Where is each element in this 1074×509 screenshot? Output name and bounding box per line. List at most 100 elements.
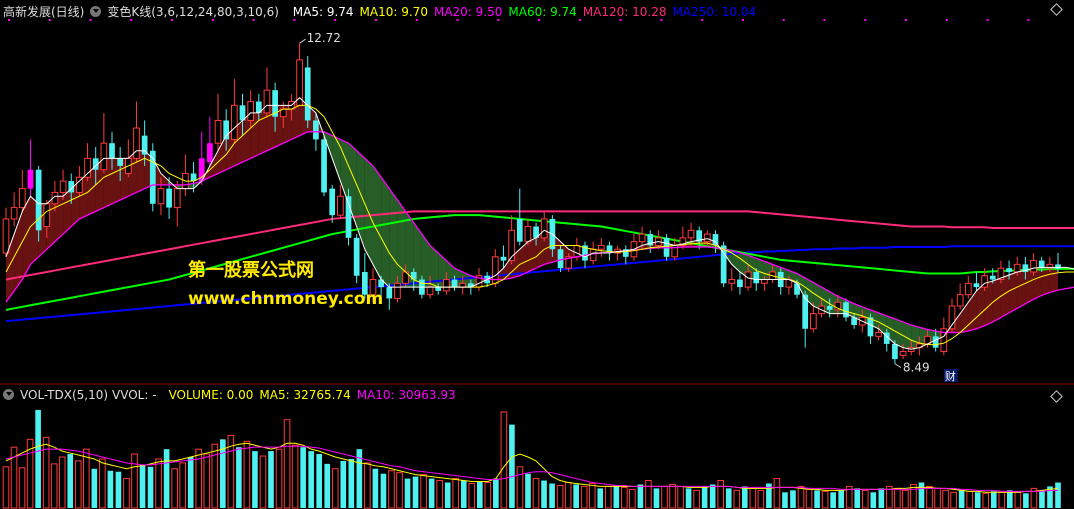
volume-bar	[18, 467, 26, 509]
volume-bar	[275, 448, 283, 509]
volume-bar	[621, 486, 628, 509]
volume-value: VOLUME: 0.00	[168, 388, 254, 402]
volume-bar	[1055, 482, 1061, 508]
ma5-line	[5, 97, 1074, 350]
candle-body	[313, 120, 319, 140]
indicator-name[interactable]: 变色K线(3,6,12,24,80,3,10,6)	[107, 5, 279, 19]
volume-bar	[283, 419, 291, 509]
volume-bar	[123, 478, 130, 509]
candle-body	[117, 158, 124, 166]
ma-band-segment	[364, 158, 373, 265]
volume-bar	[99, 458, 106, 509]
candle-body	[687, 229, 695, 239]
candle-body	[964, 282, 972, 296]
ma-band-segment	[992, 278, 1001, 322]
finance-badge[interactable]: 财	[945, 369, 956, 383]
volume-bar	[838, 490, 844, 508]
volume-bar	[236, 447, 242, 508]
vvol-label: VVOL: -	[112, 388, 157, 402]
volume-ma10: MA10: 30963.93	[356, 388, 456, 402]
volume-bar	[468, 482, 476, 509]
candle-body	[329, 188, 336, 216]
candle-body	[720, 245, 727, 284]
top-marker-dot	[1027, 19, 1030, 21]
candle-body	[1006, 268, 1012, 272]
volume-indicator-name[interactable]: VOL-TDX(5,10)	[20, 388, 108, 402]
ma-band-segment	[421, 234, 431, 288]
candle-body	[141, 135, 148, 155]
volume-bar	[444, 482, 451, 508]
volume-bar	[637, 484, 644, 508]
watermark-url: www.chnmoney.com	[188, 289, 384, 309]
volume-bar	[814, 490, 820, 508]
candle-body	[10, 207, 18, 220]
volume-bar	[35, 409, 41, 508]
top-marker-dot	[986, 19, 989, 21]
candle-body	[867, 317, 874, 337]
ma-legend-item-2: MA20: 9.50	[433, 5, 503, 19]
volume-bar	[436, 480, 443, 509]
volume-bar	[709, 484, 716, 508]
volume-bar	[677, 485, 684, 509]
volume-bar	[484, 481, 492, 509]
volume-bar	[573, 484, 579, 508]
low-pointer	[894, 363, 902, 369]
candle-body	[761, 279, 768, 284]
volume-bar	[300, 447, 306, 508]
volume-bar	[509, 424, 515, 508]
candle-body	[207, 143, 213, 163]
candle-body	[737, 279, 743, 288]
volume-bar	[990, 491, 997, 508]
volume-bar	[757, 489, 765, 509]
candle-body	[100, 142, 108, 171]
candle-body	[18, 188, 26, 209]
volume-bar	[107, 470, 114, 508]
volume-header: VOL-TDX(5,10) VVOL: - VOLUME: 0.00 MA5: 327…	[0, 386, 462, 404]
volume-bar	[805, 487, 813, 509]
volume-bar	[1023, 493, 1029, 508]
candle-body	[2, 218, 10, 254]
volume-bar	[67, 454, 74, 508]
candle-body	[500, 256, 507, 261]
volume-bar	[870, 492, 877, 508]
candle-body	[753, 271, 760, 284]
ma-band-segment	[519, 241, 528, 276]
candle-body	[443, 279, 450, 292]
volume-bar	[773, 478, 781, 509]
ma-legend-item-0: MA5: 9.74	[292, 5, 354, 19]
candle-body	[843, 302, 849, 318]
volume-bar	[1039, 490, 1045, 508]
ma10-line	[5, 104, 1074, 346]
candle-body	[589, 248, 597, 262]
low-label: 8.49	[903, 361, 930, 375]
ma-band-segment	[372, 165, 382, 280]
ma-band-segment	[389, 188, 398, 288]
volume-bar	[187, 456, 194, 508]
candle-body	[932, 336, 939, 348]
indicator-dropdown-icon[interactable]	[90, 6, 102, 17]
high-label: 12.72	[307, 31, 341, 45]
candle-body	[378, 279, 384, 288]
volume-dropdown-icon[interactable]	[3, 389, 14, 400]
volume-bar	[854, 488, 861, 508]
volume-bar	[163, 449, 170, 508]
volume-bar	[139, 464, 146, 508]
price-header: 高新发展(日线) 变色K线(3,6,12,24,80,3,10,6) MA5: 9…	[0, 3, 768, 21]
candle-body	[435, 287, 442, 291]
volume-bar	[316, 454, 323, 508]
volume-bar	[629, 488, 636, 509]
candle-body	[263, 89, 271, 114]
volume-bar	[580, 485, 588, 509]
candle-body	[728, 279, 736, 284]
candle-body	[892, 343, 898, 360]
volume-bar	[541, 480, 547, 508]
volume-bar	[372, 468, 379, 508]
volume-bar	[604, 485, 612, 509]
volume-bar	[131, 453, 138, 509]
volume-bar	[950, 491, 957, 509]
candle-body	[247, 101, 255, 121]
price-chart[interactable]: 12.72 8.49 财	[0, 0, 1074, 385]
candle-body	[173, 188, 181, 209]
volume-bar	[942, 489, 949, 509]
volume-bar	[556, 484, 564, 509]
